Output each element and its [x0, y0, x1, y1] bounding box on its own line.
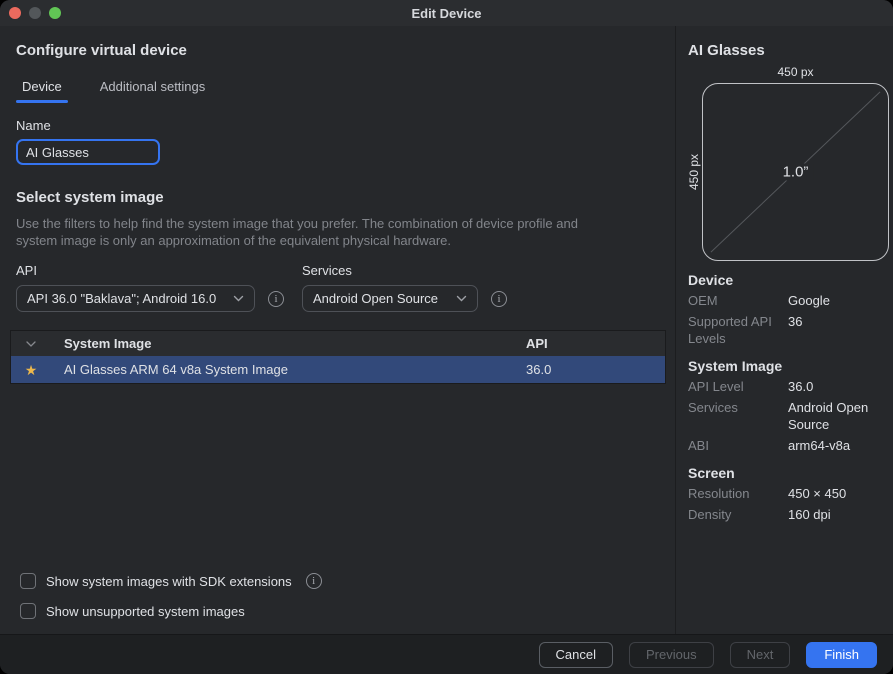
description-line: system image is only an approximation of…: [16, 232, 659, 249]
services-dropdown-value: Android Open Source: [313, 291, 438, 306]
select-system-image-heading: Select system image: [16, 189, 659, 206]
dialog-footer: Cancel Previous Next Finish: [0, 634, 893, 674]
api-dropdown-value: API 36.0 "Baklava"; Android 16.0: [27, 291, 216, 306]
device-summary-pane: AI Glasses 450 px 450 px 1.0” Devi: [676, 26, 893, 634]
window-title: Edit Device: [0, 6, 893, 21]
unsupported-images-option: Show unsupported system images: [20, 603, 659, 619]
chevron-down-icon: [456, 295, 467, 302]
system-image-section-heading: System Image: [688, 358, 890, 374]
preview-height-label: 450 px: [687, 154, 701, 190]
cancel-button[interactable]: Cancel: [539, 642, 613, 668]
info-row-services: Services Android Open Source: [688, 399, 890, 433]
edit-device-dialog: Edit Device Configure virtual device Dev…: [0, 0, 893, 674]
info-row-abi: ABI arm64-v8a: [688, 437, 890, 454]
unsupported-images-label: Show unsupported system images: [46, 604, 245, 619]
system-image-table: System Image API ★ AI Glasses ARM 64 v8a…: [10, 330, 666, 384]
device-section: Device OEM Google Supported API Levels 3…: [686, 272, 890, 347]
titlebar: Edit Device: [0, 0, 893, 26]
next-button[interactable]: Next: [730, 642, 791, 668]
sdk-extensions-label: Show system images with SDK extensions: [46, 574, 292, 589]
info-row-oem: OEM Google: [688, 292, 890, 309]
zoom-window-button[interactable]: [49, 7, 61, 19]
info-row-density: Density 160 dpi: [688, 506, 890, 523]
minimize-window-button[interactable]: [29, 7, 41, 19]
api-filter: API API 36.0 "Baklava"; Android 16.0: [16, 263, 284, 312]
tab-additional-settings[interactable]: Additional settings: [94, 79, 212, 103]
preview-width-label: 450 px: [702, 65, 889, 80]
sort-chevron-icon[interactable]: [11, 341, 51, 347]
screen-section-heading: Screen: [688, 465, 890, 481]
traffic-lights: [0, 7, 61, 19]
services-filter: Services Android Open Source: [302, 263, 507, 312]
info-row-resolution: Resolution 450 × 450: [688, 485, 890, 502]
finish-button[interactable]: Finish: [806, 642, 877, 668]
close-window-button[interactable]: [9, 7, 21, 19]
device-preview: 450 px 450 px 1.0”: [686, 65, 890, 261]
services-dropdown[interactable]: Android Open Source: [302, 285, 478, 312]
info-row-supported-api: Supported API Levels 36: [688, 313, 890, 347]
column-header-api[interactable]: API: [526, 336, 665, 351]
filters: API API 36.0 "Baklava"; Android 16.0 Ser…: [16, 263, 659, 312]
diagonal-size-label: 1.0”: [778, 164, 814, 181]
unsupported-images-checkbox[interactable]: [20, 603, 36, 619]
checkbox-options: Show system images with SDK extensions S…: [16, 573, 659, 619]
sdk-extensions-option: Show system images with SDK extensions: [20, 573, 659, 589]
name-label: Name: [16, 118, 659, 133]
system-image-section: System Image API Level 36.0 Services And…: [686, 358, 890, 454]
page-title: Configure virtual device: [16, 42, 659, 59]
device-name-input[interactable]: [16, 139, 160, 165]
services-info-icon[interactable]: [491, 291, 507, 307]
system-image-name: AI Glasses ARM 64 v8a System Image: [51, 362, 526, 377]
tab-bar: Device Additional settings: [16, 79, 659, 103]
table-header: System Image API: [11, 331, 665, 356]
screen-section: Screen Resolution 450 × 450 Density 160 …: [686, 465, 890, 523]
info-row-api-level: API Level 36.0: [688, 378, 890, 395]
favorite-star-icon[interactable]: ★: [25, 363, 38, 377]
api-filter-label: API: [16, 263, 284, 278]
system-image-description: Use the filters to help find the system …: [16, 215, 659, 249]
api-dropdown[interactable]: API 36.0 "Baklava"; Android 16.0: [16, 285, 255, 312]
previous-button[interactable]: Previous: [629, 642, 714, 668]
device-summary-title: AI Glasses: [686, 42, 890, 59]
sdk-extensions-info-icon[interactable]: [306, 573, 322, 589]
chevron-down-icon: [233, 295, 244, 302]
table-row[interactable]: ★ AI Glasses ARM 64 v8a System Image 36.…: [11, 356, 665, 383]
tab-device[interactable]: Device: [16, 79, 68, 103]
screen-outline: 1.0”: [702, 83, 889, 261]
api-info-icon[interactable]: [268, 291, 284, 307]
column-header-system-image[interactable]: System Image: [51, 336, 526, 351]
device-section-heading: Device: [688, 272, 890, 288]
description-line: Use the filters to help find the system …: [16, 215, 659, 232]
services-filter-label: Services: [302, 263, 507, 278]
configure-pane: Configure virtual device Device Addition…: [0, 26, 676, 634]
system-image-api: 36.0: [526, 362, 665, 377]
sdk-extensions-checkbox[interactable]: [20, 573, 36, 589]
